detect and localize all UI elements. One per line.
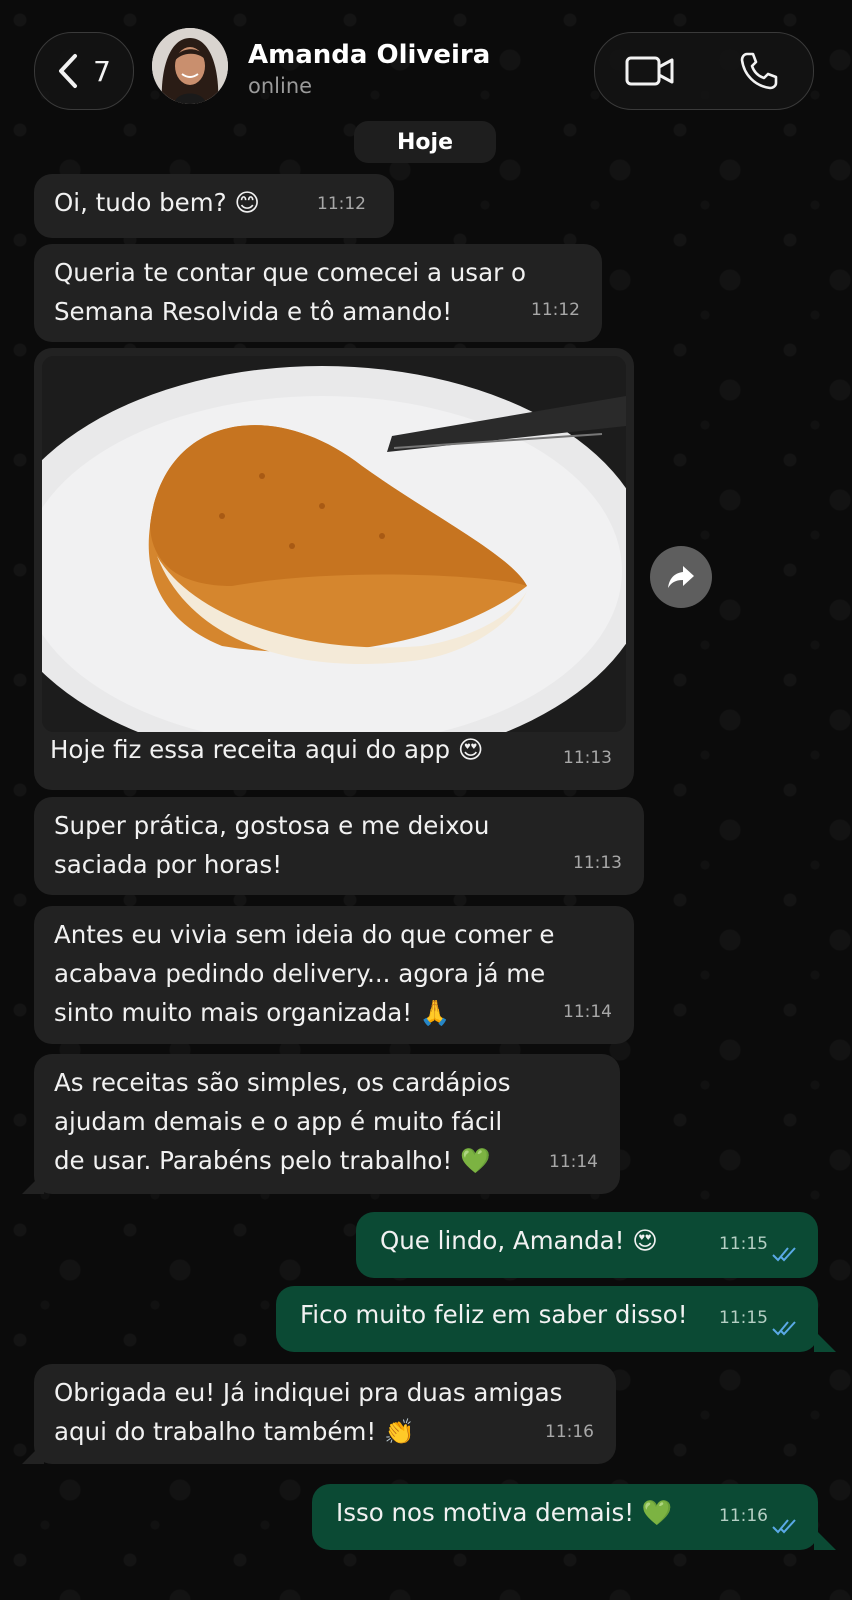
message-bubble-incoming[interactable]: Queria te contar que comecei a usar o Se… — [34, 244, 602, 342]
message-line: Queria te contar que comecei a usar o — [54, 258, 526, 287]
message-line: de usar. Parabéns pelo trabalho! 💚 — [54, 1146, 491, 1175]
message-line: aqui do trabalho também! 👏 — [54, 1417, 415, 1446]
message-time: 11:13 — [563, 748, 612, 768]
unread-count: 7 — [93, 54, 111, 88]
message-time: 11:16 — [545, 1422, 594, 1442]
double-check-icon — [772, 1519, 796, 1534]
message-text: Isso nos motiva demais! 💚 — [336, 1498, 673, 1527]
message-text: Oi, tudo bem? 😊 — [54, 188, 260, 217]
message-bubble-incoming[interactable]: As receitas são simples, os cardápios aj… — [34, 1054, 620, 1194]
message-bubble-outgoing[interactable]: Que lindo, Amanda! 😍 11:15 — [356, 1212, 818, 1278]
message-line: Semana Resolvida e tô amando! — [54, 297, 453, 326]
double-check-icon — [772, 1247, 796, 1262]
message-bubble-image[interactable]: Hoje fiz essa receita aqui do app 😍 11:1… — [34, 348, 634, 790]
message-bubble-incoming[interactable]: Obrigada eu! Já indiquei pra duas amigas… — [34, 1364, 616, 1464]
video-call-button[interactable] — [615, 41, 685, 101]
message-time: 11:15 — [719, 1308, 768, 1328]
message-bubble-incoming[interactable]: Oi, tudo bem? 😊 11:12 — [34, 174, 394, 238]
chevron-left-icon — [59, 54, 78, 88]
recipe-photo[interactable] — [42, 356, 626, 732]
voice-call-button[interactable] — [724, 41, 794, 101]
message-time: 11:12 — [531, 300, 580, 320]
avatar-image — [152, 28, 228, 104]
message-text: Que lindo, Amanda! 😍 — [380, 1226, 658, 1255]
message-bubble-incoming[interactable]: Super prática, gostosa e me deixou sacia… — [34, 797, 644, 895]
avatar[interactable] — [152, 28, 228, 104]
date-separator: Hoje — [354, 121, 496, 163]
double-check-icon — [772, 1321, 796, 1336]
message-line: Obrigada eu! Já indiquei pra duas amigas — [54, 1378, 563, 1407]
recipe-photo-image — [42, 356, 626, 732]
forward-button[interactable] — [650, 546, 712, 608]
message-time: 11:16 — [719, 1506, 768, 1526]
message-line: saciada por horas! — [54, 850, 283, 879]
phone-icon — [740, 52, 777, 90]
message-time: 11:14 — [549, 1152, 598, 1172]
contact-name[interactable]: Amanda Oliveira — [248, 40, 490, 70]
message-text: Fico muito feliz em saber disso! — [300, 1300, 688, 1329]
message-time: 11:14 — [563, 1002, 612, 1022]
message-line: acabava pedindo delivery... agora já me — [54, 959, 546, 988]
message-time: 11:15 — [719, 1234, 768, 1254]
contact-status: online — [248, 74, 313, 98]
message-time: 11:13 — [573, 853, 622, 873]
image-caption: Hoje fiz essa receita aqui do app 😍 — [50, 735, 484, 764]
message-bubble-outgoing[interactable]: Fico muito feliz em saber disso! 11:15 — [276, 1286, 818, 1352]
message-line: As receitas são simples, os cardápios — [54, 1068, 511, 1097]
forward-icon — [668, 566, 694, 588]
video-camera-icon — [625, 56, 673, 86]
message-bubble-outgoing[interactable]: Isso nos motiva demais! 💚 11:16 — [312, 1484, 818, 1550]
message-line: ajudam demais e o app é muito fácil — [54, 1107, 503, 1136]
message-line: Antes eu vivia sem ideia do que comer e — [54, 920, 555, 949]
message-time: 11:12 — [317, 194, 366, 214]
message-line: Super prática, gostosa e me deixou — [54, 811, 490, 840]
chat-header: 7 Amanda Oliveira online — [0, 0, 852, 115]
call-actions — [594, 32, 814, 110]
message-line: sinto muito mais organizada! 🙏 — [54, 998, 451, 1027]
message-bubble-incoming[interactable]: Antes eu vivia sem ideia do que comer e … — [34, 906, 634, 1044]
back-button[interactable]: 7 — [34, 32, 134, 110]
